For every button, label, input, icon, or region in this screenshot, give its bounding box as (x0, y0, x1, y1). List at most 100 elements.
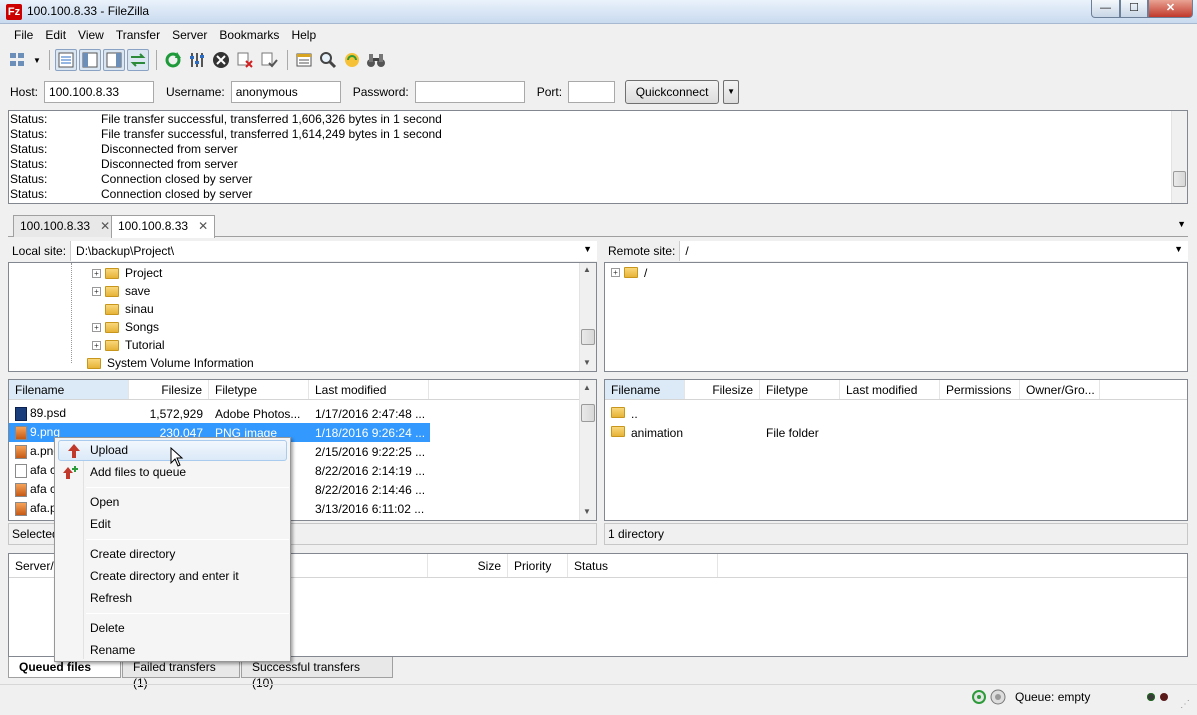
column-filetype[interactable]: Filetype (760, 380, 840, 399)
title-bar[interactable]: Fz 100.100.8.33 - FileZilla — ☐ ✕ (0, 0, 1197, 24)
tree-item-sinau[interactable]: sinau (9, 300, 596, 318)
disconnect-icon[interactable] (234, 49, 256, 71)
log-scrollbar[interactable] (1171, 111, 1187, 203)
connection-tab-active[interactable]: 100.100.8.33 ✕ (111, 215, 216, 238)
menu-item-delete[interactable]: Delete (58, 618, 287, 639)
column-filetype[interactable]: Filetype (209, 380, 309, 399)
reconnect-icon[interactable] (258, 49, 280, 71)
column-filename[interactable]: Filename (605, 380, 685, 399)
remote-row[interactable]: .. (605, 404, 1187, 423)
maximize-button[interactable]: ☐ (1120, 0, 1148, 18)
site-manager-dropdown-icon[interactable]: ▼ (32, 49, 42, 71)
remote-row[interactable]: animation File folder (605, 423, 1187, 442)
mouse-cursor-icon (170, 446, 184, 470)
password-input[interactable] (414, 81, 525, 103)
menu-item-refresh[interactable]: Refresh (58, 588, 287, 609)
file-row[interactable]: 89.psd 1,572,929 Adobe Photos... 1/17/20… (9, 404, 430, 423)
sync-browsing-icon[interactable] (341, 49, 363, 71)
menu-transfer[interactable]: Transfer (110, 27, 166, 45)
tab-close-icon[interactable]: ✕ (198, 219, 208, 233)
menu-help[interactable]: Help (285, 27, 322, 45)
quickconnect-button[interactable]: Quickconnect (625, 80, 720, 104)
search-icon[interactable] (317, 49, 339, 71)
remote-path-input[interactable]: / ▼ (680, 241, 1188, 261)
tree-item-project[interactable]: + Project (9, 264, 596, 282)
toggle-transfer-queue-icon[interactable] (127, 49, 149, 71)
log-row: Status: Disconnected from server (9, 157, 1187, 172)
port-input[interactable] (568, 81, 616, 103)
folder-icon (105, 303, 119, 315)
expand-icon[interactable]: + (92, 322, 101, 332)
local-directory-tree[interactable]: + Project + save sinau + Songs + Tutorial Sy… (8, 262, 597, 372)
column-permissions[interactable]: Permissions (940, 380, 1020, 399)
column-last-modified[interactable]: Last modified (309, 380, 429, 399)
connection-tab[interactable]: 100.100.8.33 ✕ (13, 215, 118, 237)
local-path-dropdown-icon[interactable]: ▼ (583, 244, 592, 254)
column-status[interactable]: Status (568, 554, 718, 577)
menu-server[interactable]: Server (166, 27, 213, 45)
directory-filter-icon[interactable] (293, 49, 315, 71)
tab-close-icon[interactable]: ✕ (100, 219, 110, 233)
column-owner-group[interactable]: Owner/Gro... (1020, 380, 1100, 399)
file-modified: 2/15/2016 9:22:25 ... (315, 444, 426, 459)
cancel-operation-icon[interactable] (210, 49, 232, 71)
local-tree-scrollbar[interactable]: ▲ ▼ (579, 263, 596, 371)
column-last-modified[interactable]: Last modified (840, 380, 940, 399)
expand-icon[interactable]: + (92, 340, 101, 350)
menu-item-edit[interactable]: Edit (58, 514, 287, 535)
expand-icon[interactable]: + (92, 268, 101, 278)
local-site-label: Local site: (8, 241, 72, 261)
menu-bookmarks[interactable]: Bookmarks (213, 27, 285, 45)
speed-limit-icon[interactable] (971, 689, 987, 708)
menu-file[interactable]: File (8, 27, 39, 45)
toggle-message-log-icon[interactable] (55, 49, 77, 71)
local-path-input[interactable]: D:\backup\Project\ ▼ (71, 241, 597, 261)
binoculars-icon[interactable] (365, 49, 387, 71)
tree-item-label: Songs (125, 320, 160, 334)
column-priority[interactable]: Priority (508, 554, 568, 577)
menu-view[interactable]: View (72, 27, 110, 45)
message-log[interactable]: Status: File transfer successful, transfe… (8, 110, 1188, 204)
resize-grip-icon[interactable]: ⋰ (1180, 699, 1190, 710)
tree-item-tutorial[interactable]: + Tutorial (9, 336, 596, 354)
tree-item-songs[interactable]: + Songs (9, 318, 596, 336)
column-filesize[interactable]: Filesize (129, 380, 209, 399)
close-button[interactable]: ✕ (1148, 0, 1193, 18)
tab-list-dropdown-icon[interactable]: ▼ (1177, 219, 1186, 229)
local-list-scroll-thumb[interactable] (581, 404, 595, 422)
toggle-remote-tree-icon[interactable] (103, 49, 125, 71)
menu-item-open[interactable]: Open (58, 492, 287, 513)
tree-item-system-volume-information[interactable]: System Volume Information (9, 354, 596, 371)
expand-icon[interactable]: + (611, 268, 620, 277)
site-manager-icon[interactable] (8, 49, 30, 71)
remote-path-dropdown-icon[interactable]: ▼ (1174, 244, 1183, 254)
menu-item-create-directory-and-enter[interactable]: Create directory and enter it (58, 566, 287, 587)
column-size[interactable]: Size (428, 554, 508, 577)
menu-edit[interactable]: Edit (39, 27, 72, 45)
column-filesize[interactable]: Filesize (685, 380, 760, 399)
minimize-button[interactable]: — (1091, 0, 1120, 18)
log-scroll-thumb[interactable] (1173, 171, 1186, 187)
process-queue-icon[interactable] (186, 49, 208, 71)
log-type: Status: (10, 172, 48, 186)
tree-item-root[interactable]: + / (605, 263, 1187, 281)
folder-icon (105, 285, 119, 297)
expand-icon[interactable]: + (92, 286, 101, 296)
column-filename[interactable]: Filename (9, 380, 129, 399)
tree-item-save[interactable]: + save (9, 282, 596, 300)
menu-item-rename[interactable]: Rename (58, 640, 287, 661)
refresh-icon[interactable] (162, 49, 184, 71)
username-input[interactable] (230, 81, 341, 103)
remote-file-list[interactable]: Filename Filesize Filetype Last modified… (604, 379, 1188, 521)
server-icon[interactable] (990, 689, 1006, 708)
folder-icon (611, 425, 625, 437)
menu-item-label: Refresh (90, 591, 133, 605)
tree-item-label: / (644, 265, 648, 280)
host-input[interactable] (44, 81, 155, 103)
remote-directory-tree[interactable]: + / (604, 262, 1188, 372)
local-list-scrollbar[interactable]: ▲ ▼ (579, 380, 596, 520)
quickconnect-dropdown-icon[interactable]: ▼ (723, 80, 740, 104)
menu-item-create-directory[interactable]: Create directory (58, 544, 287, 565)
local-tree-scroll-thumb[interactable] (581, 329, 595, 345)
toggle-local-tree-icon[interactable] (79, 49, 101, 71)
